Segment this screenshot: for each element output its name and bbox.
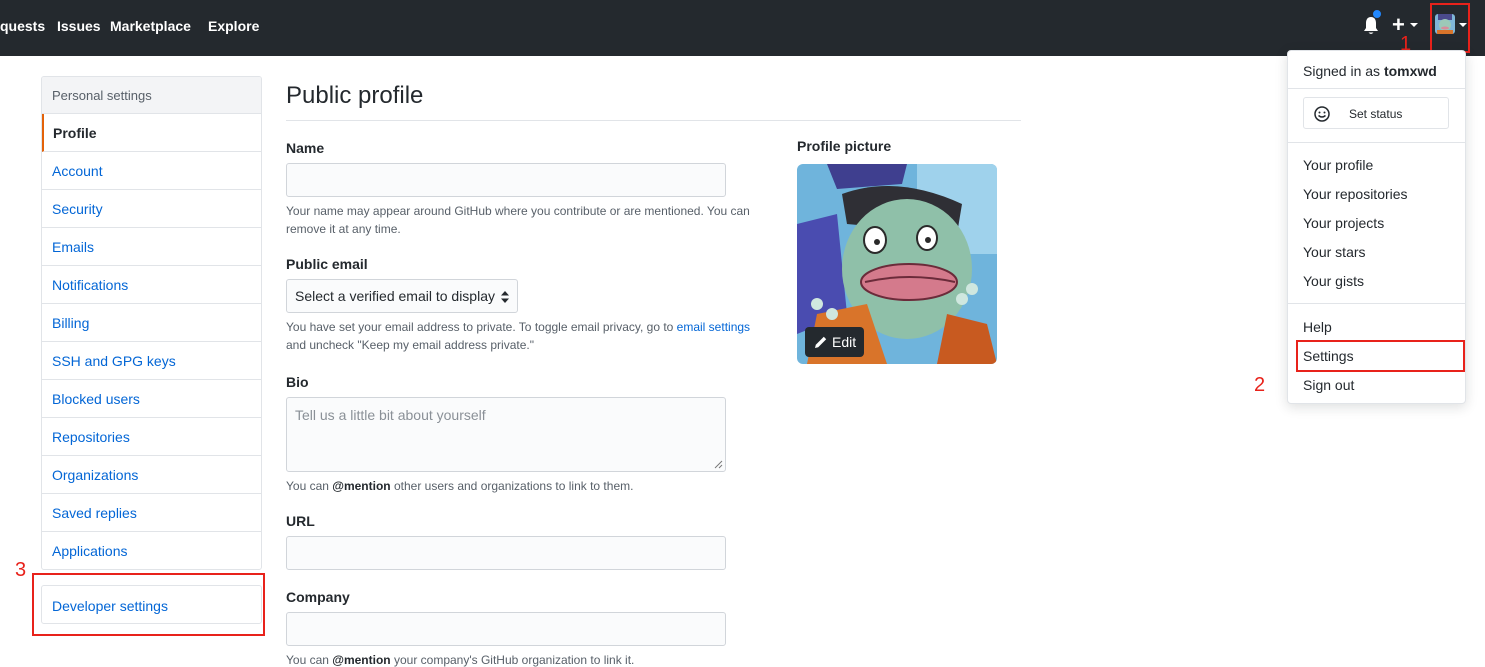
sidebar-item-saved-replies[interactable]: Saved replies bbox=[42, 494, 261, 532]
public-email-note: You have set your email address to priva… bbox=[286, 320, 751, 352]
menu-sign-out[interactable]: Sign out bbox=[1303, 377, 1354, 393]
sidebar-item-profile[interactable]: Profile bbox=[42, 114, 261, 152]
url-label: URL bbox=[286, 513, 315, 529]
username: tomxwd bbox=[1383, 63, 1437, 79]
name-input[interactable] bbox=[286, 163, 726, 197]
nav-issues[interactable]: Issues bbox=[57, 17, 101, 35]
top-nav-bar: quests Issues Marketplace Explore + bbox=[0, 0, 1485, 56]
bio-label: Bio bbox=[286, 374, 309, 390]
divider bbox=[1288, 88, 1465, 89]
nav-pull-requests[interactable]: quests bbox=[0, 17, 45, 35]
pencil-icon bbox=[815, 336, 827, 348]
bio-placeholder: Tell us a little bit about yourself bbox=[295, 407, 486, 423]
sidebar-item-notifications[interactable]: Notifications bbox=[42, 266, 261, 304]
edit-label: Edit bbox=[832, 334, 857, 350]
sidebar-item-blocked-users[interactable]: Blocked users bbox=[42, 380, 261, 418]
menu-your-profile[interactable]: Your profile bbox=[1303, 157, 1373, 173]
sidebar-item-billing[interactable]: Billing bbox=[42, 304, 261, 342]
divider bbox=[286, 120, 1021, 121]
bio-textarea[interactable]: Tell us a little bit about yourself bbox=[286, 397, 726, 472]
annotation-box-avatar bbox=[1430, 3, 1470, 53]
set-status-label: Set status bbox=[1349, 107, 1403, 121]
company-note: You can @mention your company's GitHub o… bbox=[286, 653, 635, 667]
sidebar-item-organizations[interactable]: Organizations bbox=[42, 456, 261, 494]
sidebar-heading: Personal settings bbox=[42, 77, 261, 114]
menu-your-projects[interactable]: Your projects bbox=[1303, 215, 1384, 231]
notification-dot bbox=[1372, 9, 1382, 19]
menu-help[interactable]: Help bbox=[1303, 319, 1332, 335]
menu-your-gists[interactable]: Your gists bbox=[1303, 273, 1364, 289]
company-input[interactable] bbox=[286, 612, 726, 646]
menu-your-stars[interactable]: Your stars bbox=[1303, 244, 1366, 260]
page-title: Public profile bbox=[286, 82, 424, 109]
bio-note: You can @mention other users and organiz… bbox=[286, 479, 634, 493]
annotation-step-2: 2 bbox=[1254, 374, 1266, 396]
resize-grip-icon[interactable] bbox=[714, 460, 723, 469]
annotation-box-settings bbox=[1296, 340, 1465, 372]
sidebar-item-applications[interactable]: Applications bbox=[42, 532, 261, 569]
set-status-button[interactable]: Set status bbox=[1303, 97, 1449, 129]
company-label: Company bbox=[286, 589, 350, 605]
nav-explore[interactable]: Explore bbox=[208, 17, 259, 35]
url-input[interactable] bbox=[286, 536, 726, 570]
public-email-select[interactable]: Select a verified email to display bbox=[286, 279, 518, 313]
divider bbox=[1288, 303, 1465, 304]
bell-icon[interactable] bbox=[1362, 16, 1380, 36]
chevron-down-icon bbox=[1410, 23, 1418, 27]
settings-sidebar: Personal settings Profile Account Securi… bbox=[41, 76, 262, 570]
name-note: Your name may appear around GitHub where… bbox=[286, 204, 750, 236]
public-email-selected: Select a verified email to display bbox=[295, 288, 495, 304]
sidebar-item-account[interactable]: Account bbox=[42, 152, 261, 190]
edit-picture-button[interactable]: Edit bbox=[805, 327, 864, 357]
menu-your-repositories[interactable]: Your repositories bbox=[1303, 186, 1408, 202]
signed-in-as: Signed in as tomxwd bbox=[1303, 63, 1437, 79]
smiley-icon bbox=[1314, 106, 1330, 122]
profile-picture-label: Profile picture bbox=[797, 138, 892, 154]
annotation-step-3: 3 bbox=[15, 559, 27, 581]
annotation-box-developer-settings bbox=[32, 573, 265, 636]
public-email-label: Public email bbox=[286, 256, 368, 272]
email-settings-link[interactable]: email settings bbox=[677, 320, 750, 334]
sidebar-item-emails[interactable]: Emails bbox=[42, 228, 261, 266]
nav-marketplace[interactable]: Marketplace bbox=[110, 17, 191, 35]
select-arrows-icon bbox=[501, 291, 509, 303]
sidebar-item-repositories[interactable]: Repositories bbox=[42, 418, 261, 456]
name-label: Name bbox=[286, 140, 325, 156]
sidebar-item-ssh-gpg-keys[interactable]: SSH and GPG keys bbox=[42, 342, 261, 380]
sidebar-item-security[interactable]: Security bbox=[42, 190, 261, 228]
divider bbox=[1288, 142, 1465, 143]
